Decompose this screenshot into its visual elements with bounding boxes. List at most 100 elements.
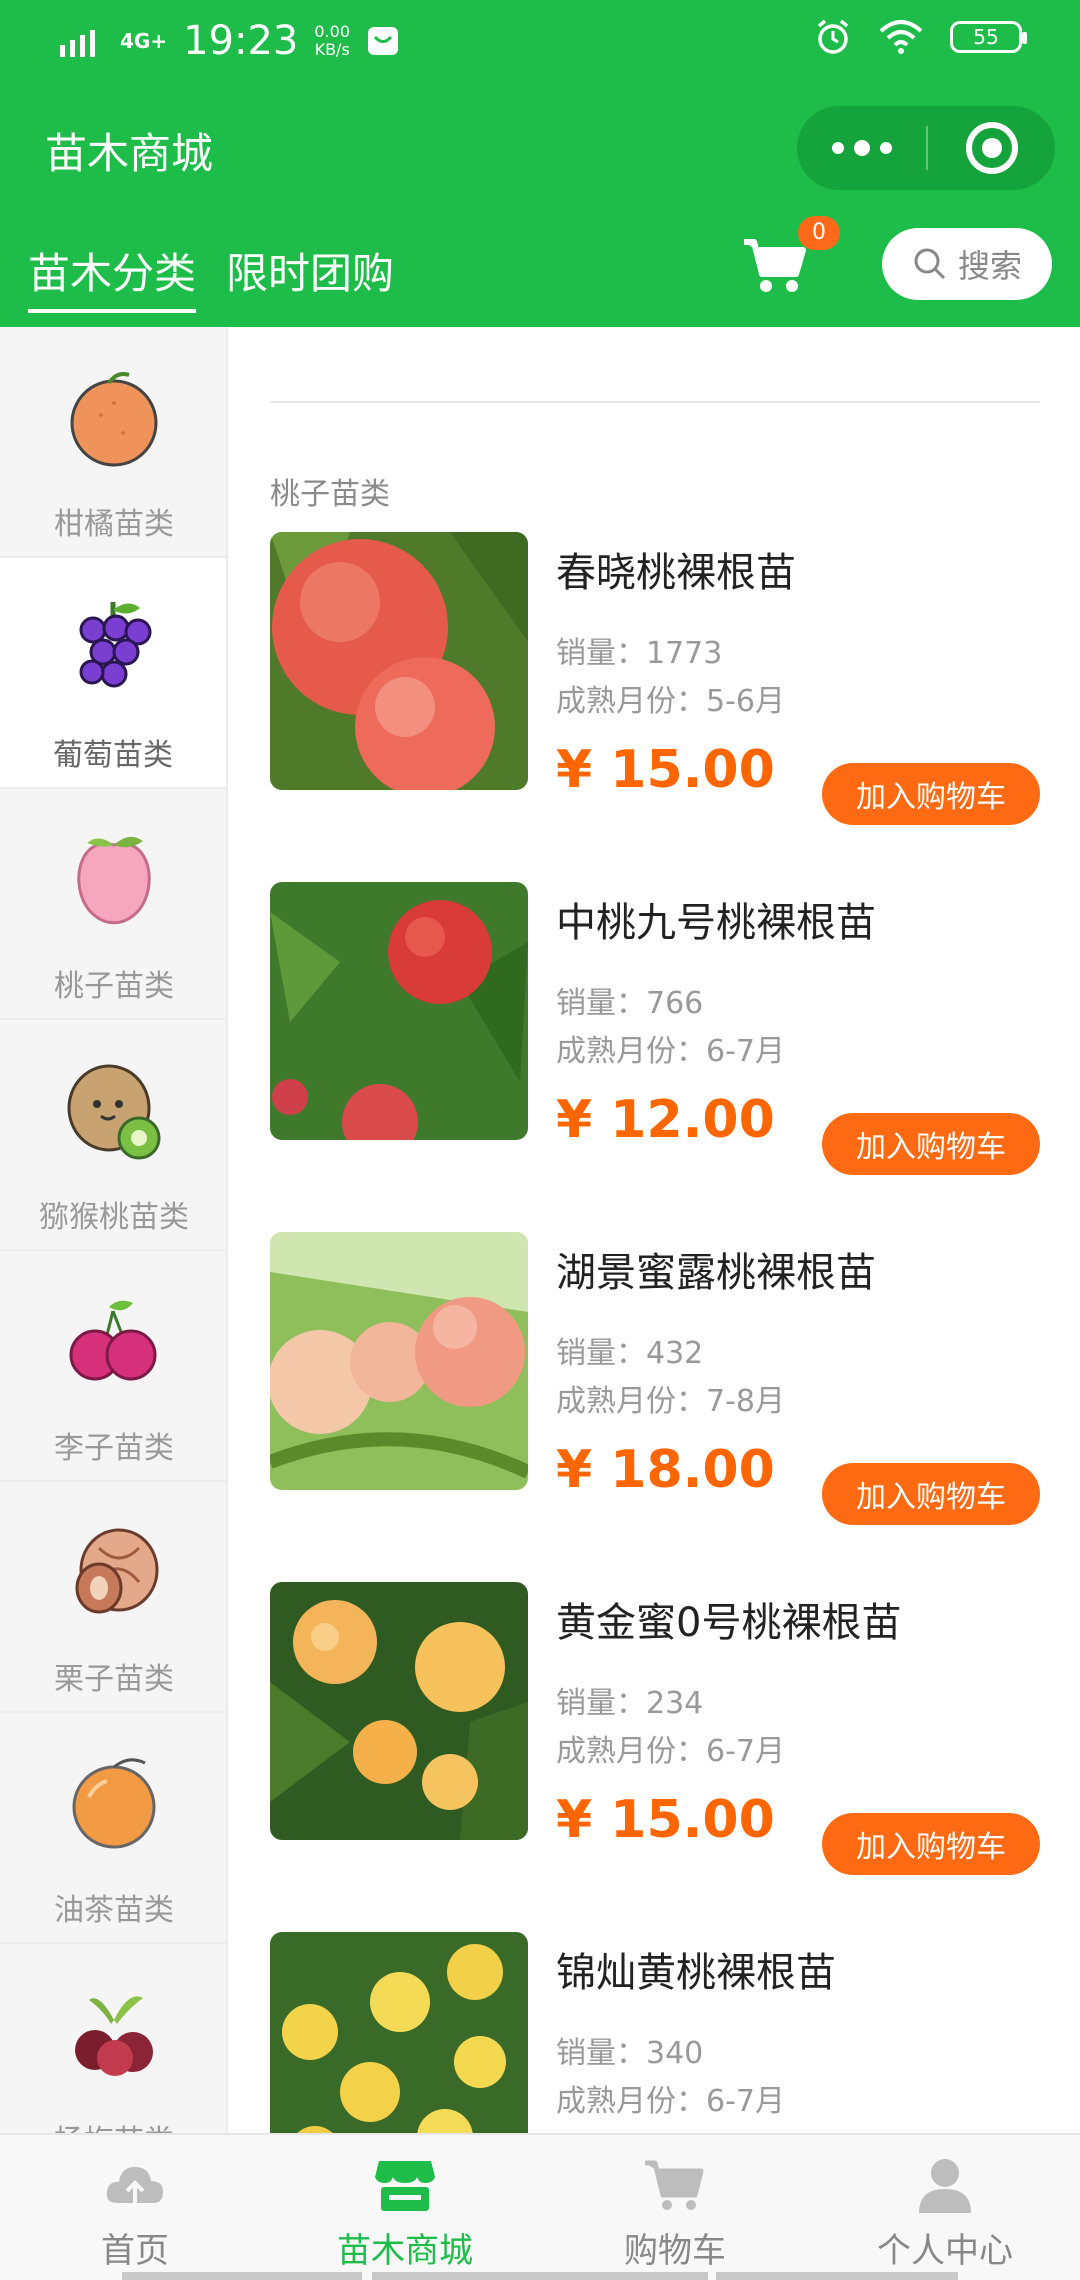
net-speed: 0.00 KB/s	[314, 23, 350, 59]
product-price: ¥ 12.00	[556, 1090, 775, 1150]
peach-tree-photo[interactable]	[270, 882, 528, 1140]
nav-item-home[interactable]: 首页	[0, 2135, 270, 2280]
search-icon	[914, 248, 946, 280]
category-sidebar: 柑橘苗类 葡萄苗类 桃子苗类 猕猴桃苗类 李子苗类 栗子苗类 油茶苗类	[0, 327, 228, 2133]
add-to-cart-button[interactable]: 加入购物车	[822, 763, 1040, 825]
category-item-kiwi[interactable]: 猕猴桃苗类	[0, 1020, 226, 1251]
category-label: 栗子苗类	[54, 1662, 174, 1697]
net-speed-value: 0.00	[314, 22, 350, 41]
clock: 19:23	[183, 18, 299, 64]
network-type: 4G+	[120, 29, 168, 53]
orange-icon	[70, 372, 158, 467]
camellia-fruit-icon	[72, 1758, 156, 1849]
mini-program-capsule	[797, 106, 1055, 190]
nav-label: 苗木商城	[337, 2231, 473, 2271]
product-card[interactable]: 黄金蜜0号桃裸根苗 销量：234 成熟月份：6-7月 ¥ 15.00 加入购物车	[270, 1582, 1040, 1875]
product-price: ¥ 15.00	[556, 1790, 775, 1850]
bottom-nav: 首页 苗木商城 购物车 个人中心	[0, 2133, 1080, 2280]
product-price: ¥ 15.00	[556, 740, 775, 800]
red-peaches-photo[interactable]	[270, 532, 528, 790]
gesture-bar	[372, 2272, 708, 2280]
product-sales: 销量：432	[556, 1336, 704, 1371]
status-left: 4G+ 19:23 0.00 KB/s	[58, 18, 400, 64]
cart-icon	[645, 2160, 704, 2210]
product-name: 中桃九号桃裸根苗	[556, 900, 876, 946]
category-label: 油茶苗类	[54, 1893, 174, 1928]
nav-label: 首页	[101, 2231, 169, 2271]
alarm-icon	[817, 19, 849, 54]
product-ripening-month: 成熟月份：6-7月	[556, 1034, 785, 1069]
product-card[interactable]: 湖景蜜露桃裸根苗 销量：432 成熟月份：7-8月 ¥ 18.00 加入购物车	[270, 1232, 1040, 1525]
product-list: 桃子苗类 春晓桃裸根苗 销量：1773 成熟月份：5-6月 ¥ 15.00 加入…	[230, 327, 1080, 2133]
product-price: ¥ 18.00	[556, 1440, 775, 1500]
home-cloud-icon	[106, 2167, 163, 2203]
tab-group-buy[interactable]: 限时团购	[226, 240, 394, 313]
add-to-cart-button[interactable]: 加入购物车	[822, 1463, 1040, 1525]
nav-label: 购物车	[624, 2231, 726, 2271]
header-cart-button[interactable]: 0	[740, 216, 840, 298]
category-label: 李子苗类	[54, 1431, 174, 1466]
category-item-chestnut[interactable]: 栗子苗类	[0, 1482, 226, 1713]
status-bar: 4G+ 19:23 0.00 KB/s 55	[0, 0, 1080, 90]
nav-item-profile[interactable]: 个人中心	[810, 2135, 1080, 2280]
gesture-bar	[122, 2272, 362, 2280]
app-frame: 4G+ 19:23 0.00 KB/s 55 苗木商城 苗木分类 限时团购 0 …	[0, 0, 1080, 2280]
product-name: 黄金蜜0号桃裸根苗	[556, 1600, 902, 1646]
nav-item-cart[interactable]: 购物车	[540, 2135, 810, 2280]
product-card[interactable]: 春晓桃裸根苗 销量：1773 成熟月份：5-6月 ¥ 15.00 加入购物车	[270, 532, 1040, 825]
section-title: 桃子苗类	[270, 477, 390, 512]
category-item-camellia[interactable]: 油茶苗类	[0, 1713, 226, 1944]
cart-count-badge: 0	[798, 216, 840, 250]
add-to-cart-button[interactable]: 加入购物车	[822, 1113, 1040, 1175]
top-divider	[270, 401, 1040, 403]
category-item-grape[interactable]: 葡萄苗类	[0, 558, 226, 789]
product-card[interactable]: 中桃九号桃裸根苗 销量：766 成熟月份：6-7月 ¥ 12.00 加入购物车	[270, 882, 1040, 1175]
close-mini-program-button[interactable]	[928, 106, 1055, 190]
product-sales: 销量：340	[556, 2036, 704, 2071]
search-button[interactable]: 搜索	[882, 228, 1052, 300]
store-icon	[375, 2161, 435, 2211]
more-menu-button[interactable]	[797, 106, 926, 190]
signal-icon	[60, 30, 95, 57]
product-ripening-month: 成熟月份：6-7月	[556, 2084, 785, 2119]
category-label: 桃子苗类	[54, 969, 174, 1004]
wifi-icon	[879, 20, 923, 54]
product-name: 湖景蜜露桃裸根苗	[556, 1250, 876, 1296]
status-right: 55	[814, 18, 1027, 56]
peach-icon	[77, 836, 151, 925]
notification-icon	[368, 27, 398, 55]
chestnut-icon	[75, 1528, 159, 1614]
category-item-plum[interactable]: 李子苗类	[0, 1251, 226, 1482]
yellow-peaches-photo[interactable]	[270, 1582, 528, 1840]
golden-peaches-photo[interactable]	[270, 1932, 528, 2133]
profile-icon	[919, 2159, 971, 2213]
product-ripening-month: 成熟月份：6-7月	[556, 1734, 785, 1769]
app-title: 苗木商城	[45, 129, 214, 178]
nav-item-store[interactable]: 苗木商城	[270, 2135, 540, 2280]
category-label: 杨梅苗类	[54, 2116, 174, 2133]
product-ripening-month: 成熟月份：7-8月	[556, 1384, 785, 1419]
bayberry-icon	[75, 1996, 153, 2076]
net-speed-unit: KB/s	[314, 40, 350, 59]
target-icon	[965, 122, 1018, 174]
category-label: 葡萄苗类	[53, 738, 173, 773]
gesture-bar	[716, 2272, 958, 2280]
category-item-bayberry[interactable]: 杨梅苗类	[0, 1944, 226, 2133]
product-name: 锦灿黄桃裸根苗	[556, 1950, 836, 1996]
category-item-citrus[interactable]: 柑橘苗类	[0, 327, 226, 558]
add-to-cart-button[interactable]: 加入购物车	[822, 1813, 1040, 1875]
product-sales: 销量：766	[556, 986, 704, 1021]
product-sales: 销量：234	[556, 1686, 704, 1721]
header-tabs: 苗木分类 限时团购	[28, 240, 394, 313]
pale-peaches-photo[interactable]	[270, 1232, 528, 1490]
product-card[interactable]: 锦灿黄桃裸根苗 销量：340 成熟月份：6-7月	[270, 1932, 1040, 2133]
category-label: 柑橘苗类	[54, 507, 174, 542]
category-item-peach[interactable]: 桃子苗类	[0, 789, 226, 1020]
tab-category[interactable]: 苗木分类	[28, 240, 197, 313]
product-name: 春晓桃裸根苗	[556, 550, 796, 596]
header: 4G+ 19:23 0.00 KB/s 55 苗木商城 苗木分类 限时团购 0 …	[0, 0, 1080, 327]
category-label: 猕猴桃苗类	[39, 1200, 189, 1235]
battery-indicator: 55	[950, 21, 1027, 53]
nav-label: 个人中心	[877, 2231, 1013, 2271]
product-ripening-month: 成熟月份：5-6月	[556, 684, 785, 719]
